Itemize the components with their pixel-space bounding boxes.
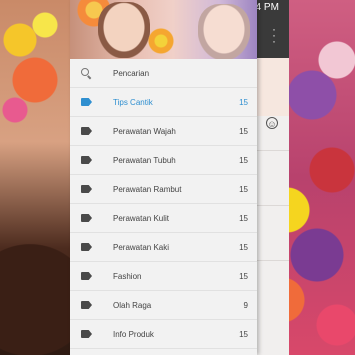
divider <box>257 260 289 261</box>
menu-item-count: 15 <box>239 213 248 223</box>
menu-item-label: Tips Cantik <box>113 97 153 107</box>
menu-item-perawatan-tubuh[interactable]: Perawatan Tubuh 15 <box>70 146 257 175</box>
menu-item-label: Perawatan Tubuh <box>113 155 176 165</box>
menu-item-count: 15 <box>239 184 248 194</box>
menu-item-label: Perawatan Wajah <box>113 126 176 136</box>
tag-icon <box>81 214 92 222</box>
tag-icon <box>81 330 92 338</box>
drawer-header-image <box>70 0 257 59</box>
tag-icon <box>81 185 92 193</box>
app-header-image <box>257 58 289 116</box>
menu-item-count: 9 <box>243 300 248 310</box>
menu-item-label: Perawatan Kaki <box>113 242 170 252</box>
menu-item-label: Perawatan Rambut <box>113 184 182 194</box>
menu-item-tips-cantik[interactable]: Tips Cantik 15 <box>70 88 257 117</box>
menu-item-label: Pencarian <box>113 68 150 78</box>
menu-item-olah-raga[interactable]: Olah Raga 9 <box>70 291 257 320</box>
tag-icon <box>81 156 92 164</box>
face-icon: ☺ <box>266 117 278 129</box>
overflow-menu-icon[interactable]: · · · <box>272 23 276 47</box>
divider <box>257 205 289 206</box>
menu-item-info-produk[interactable]: Info Produk 15 <box>70 320 257 349</box>
menu-item-count: 15 <box>239 271 248 281</box>
menu-item-count: 15 <box>239 329 248 339</box>
search-icon <box>81 68 89 76</box>
menu-item-perawatan-kulit[interactable]: Perawatan Kulit 15 <box>70 204 257 233</box>
menu-item-search[interactable]: Pencarian <box>70 59 257 88</box>
menu-item-count: 15 <box>239 126 248 136</box>
tag-icon <box>81 127 92 135</box>
menu-item-perawatan-wajah[interactable]: Perawatan Wajah 15 <box>70 117 257 146</box>
menu-item-count: 15 <box>239 97 248 107</box>
divider <box>257 150 289 151</box>
menu-item-label: Perawatan Kulit <box>113 213 170 223</box>
menu-item-label: Olah Raga <box>113 300 152 310</box>
tag-icon <box>81 301 92 309</box>
menu-item-fashion[interactable]: Fashion 15 <box>70 262 257 291</box>
menu-item-perawatan-kaki[interactable]: Perawatan Kaki 15 <box>70 233 257 262</box>
tag-icon <box>81 272 92 280</box>
menu-item-label: Info Produk <box>113 329 154 339</box>
tag-icon <box>81 243 92 251</box>
menu-item-label: Fashion <box>113 271 142 281</box>
menu-item-perawatan-rambut[interactable]: Perawatan Rambut 15 <box>70 175 257 204</box>
menu-item-count: 15 <box>239 242 248 252</box>
drawer-menu: Pencarian Tips Cantik 15 Perawatan Wajah… <box>70 59 257 349</box>
navigation-drawer: Pencarian Tips Cantik 15 Perawatan Wajah… <box>70 0 257 355</box>
tag-icon <box>81 98 92 106</box>
menu-item-count: 15 <box>239 155 248 165</box>
underlying-app-screen <box>257 0 289 355</box>
